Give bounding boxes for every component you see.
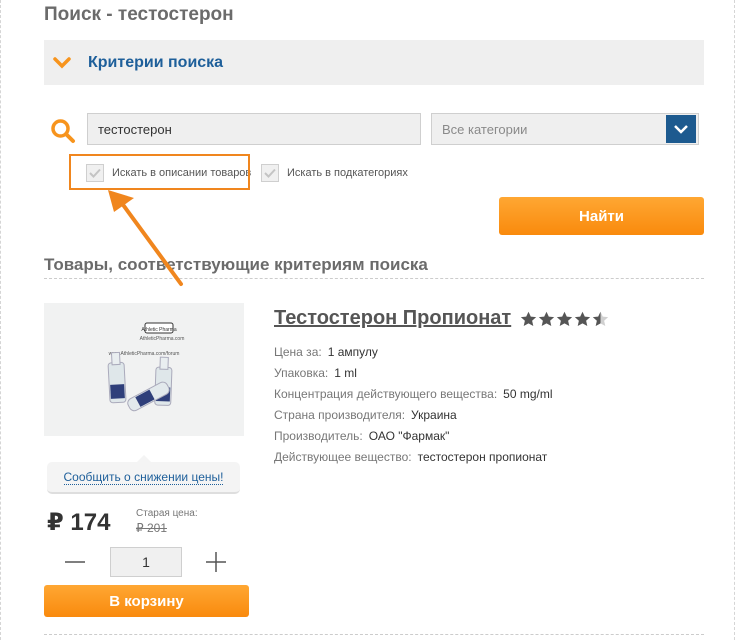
page-title: Поиск - тестостерон <box>44 4 234 25</box>
page-left-border <box>0 0 1 640</box>
spec-row: Страна производителя: Украина <box>274 405 553 426</box>
search-criteria-toggle[interactable]: Критерии поиска <box>44 40 704 85</box>
quantity-input[interactable] <box>110 547 182 577</box>
spec-value: 1 ампулу <box>327 345 378 359</box>
page-right-border <box>734 0 735 640</box>
spec-label: Упаковка: <box>274 366 329 380</box>
star-icon <box>520 311 537 327</box>
results-title: Товары, соответствующие критериям поиска <box>44 255 428 274</box>
spec-value: тестостерон пропионат <box>417 450 548 464</box>
search-in-subcategories-label: Искать в подкатегориях <box>287 167 408 179</box>
spec-value: 1 ml <box>334 366 357 380</box>
category-select-value: Все категории <box>442 121 528 137</box>
product-image-site: AthleticPharma.com <box>140 336 185 342</box>
star-icon <box>574 311 591 327</box>
search-in-subcategories-checkbox[interactable]: Искать в подкатегориях <box>261 158 408 188</box>
product-photo: Athletic Pharma AthleticPharma.com www.A… <box>44 303 244 436</box>
spec-row: Цена за: 1 ампулу <box>274 342 553 363</box>
quantity-decrease-button[interactable] <box>64 551 86 573</box>
results-divider <box>44 278 704 279</box>
spec-row: Производитель: ОАО "Фармак" <box>274 426 553 447</box>
chevron-down-icon <box>53 56 71 68</box>
spec-label: Производитель: <box>274 429 363 443</box>
spec-label: Концентрация действующего вещества: <box>274 387 498 401</box>
star-icon <box>556 311 573 327</box>
search-criteria-label: Критерии поиска <box>88 53 224 71</box>
search-icon[interactable] <box>50 118 76 144</box>
notify-price-drop-bubble: Сообщить о снижении цены! <box>47 455 240 494</box>
category-dropdown-button[interactable] <box>666 115 696 143</box>
old-price-label: Старая цена: <box>136 508 198 519</box>
product-image-brand: Athletic Pharma <box>141 327 177 333</box>
spec-value: 50 mg/ml <box>503 387 553 401</box>
spec-row: Упаковка: 1 ml <box>274 363 553 384</box>
add-to-cart-button[interactable]: В корзину <box>44 585 249 617</box>
product-price: ₽ 174 <box>47 509 111 536</box>
bottom-divider <box>44 634 704 635</box>
spec-row: Действующее вещество: тестостерон пропион… <box>274 447 553 468</box>
find-button[interactable]: Найти <box>499 197 704 235</box>
spec-label: Страна производителя: <box>274 408 406 422</box>
chevron-down-icon <box>674 125 688 134</box>
star-icon <box>538 311 555 327</box>
spec-value: ОАО "Фармак" <box>368 429 450 443</box>
product-rating <box>520 311 609 327</box>
search-input[interactable] <box>87 113 421 145</box>
spec-label: Действующее вещество: <box>274 450 412 464</box>
spec-row: Концентрация действующего вещества: 50 mg… <box>274 384 553 405</box>
notify-price-drop-link[interactable]: Сообщить о снижении цены! <box>63 470 224 485</box>
spec-value: Украина <box>411 408 457 422</box>
highlight-annotation-box <box>69 154 250 190</box>
star-half-icon <box>592 311 609 327</box>
product-specs: Цена за: 1 ампулу Упаковка: 1 ml Концентра… <box>274 342 553 468</box>
old-price: ₽ 201 <box>136 521 167 535</box>
product-name-link[interactable]: Тестостерон Пропионат <box>274 307 511 330</box>
product-image[interactable]: Athletic Pharma AthleticPharma.com www.A… <box>44 303 244 436</box>
quantity-increase-button[interactable] <box>205 551 227 573</box>
spec-label: Цена за: <box>274 345 322 359</box>
checkbox-box[interactable] <box>261 164 279 182</box>
category-select[interactable]: Все категории <box>431 113 699 145</box>
checkmark-icon <box>264 168 276 178</box>
